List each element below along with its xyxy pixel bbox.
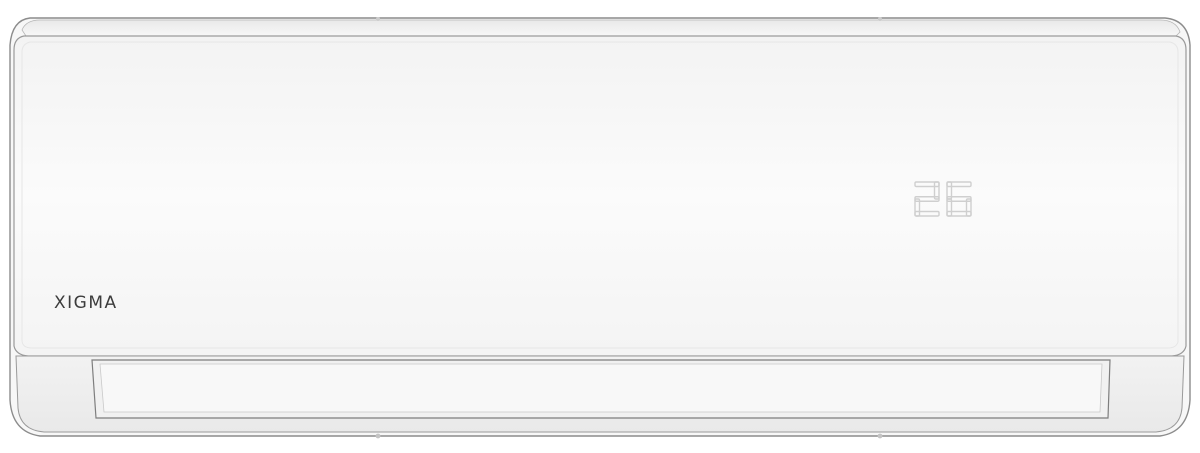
bottom-screw-left [375, 433, 381, 439]
top-screw-right [878, 17, 882, 21]
louver-flap [99, 363, 1103, 413]
front-panel [13, 35, 1187, 357]
temperature-display: 26 [905, 170, 977, 230]
air-conditioner-unit: XIGMA 26 [0, 0, 1200, 453]
top-rim [21, 19, 1181, 37]
brand-logo: XIGMA [54, 293, 118, 313]
seven-segment-digits [914, 181, 972, 217]
display-digit [946, 181, 972, 217]
display-segment [914, 210, 940, 217]
display-digit [914, 181, 940, 217]
top-screw-left [376, 17, 380, 21]
air-conditioner-body [9, 17, 1191, 439]
bottom-screw-right [877, 433, 883, 439]
